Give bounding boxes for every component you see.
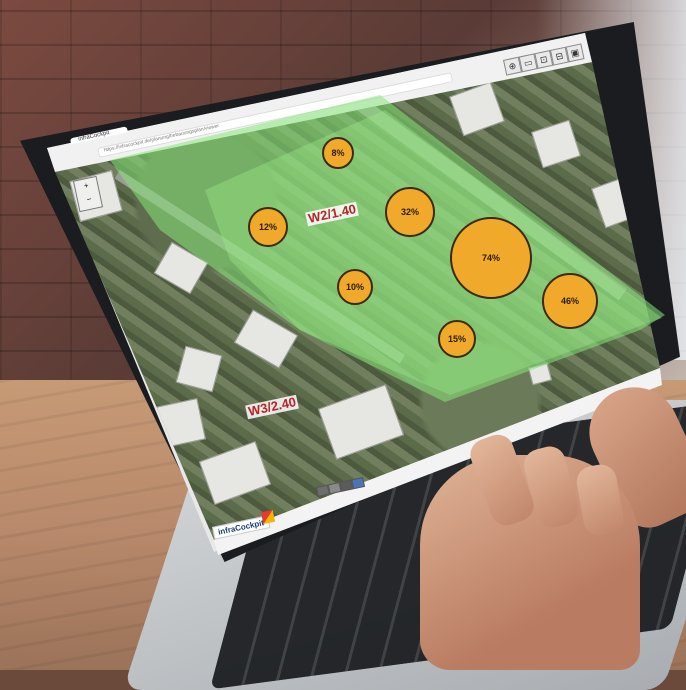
coverage-bubble[interactable]: 32% (385, 187, 435, 237)
map-building (198, 441, 272, 505)
coverage-bubble[interactable]: 46% (542, 273, 598, 329)
coverage-bubble[interactable]: 74% (450, 217, 532, 299)
coverage-bubble[interactable]: 8% (322, 137, 354, 169)
coverage-bubble[interactable]: 10% (337, 269, 373, 305)
coverage-bubble[interactable]: 15% (438, 320, 476, 358)
map-building (531, 119, 581, 169)
map-building (449, 81, 505, 137)
map-building (175, 345, 223, 393)
coverage-bubble[interactable]: 12% (248, 207, 288, 247)
print-icon[interactable]: ▣ (565, 43, 585, 63)
zoom-out-button[interactable]: − (77, 191, 101, 209)
left-hand (420, 430, 640, 670)
map-building (317, 384, 405, 460)
brand-logo-mark (260, 509, 276, 525)
